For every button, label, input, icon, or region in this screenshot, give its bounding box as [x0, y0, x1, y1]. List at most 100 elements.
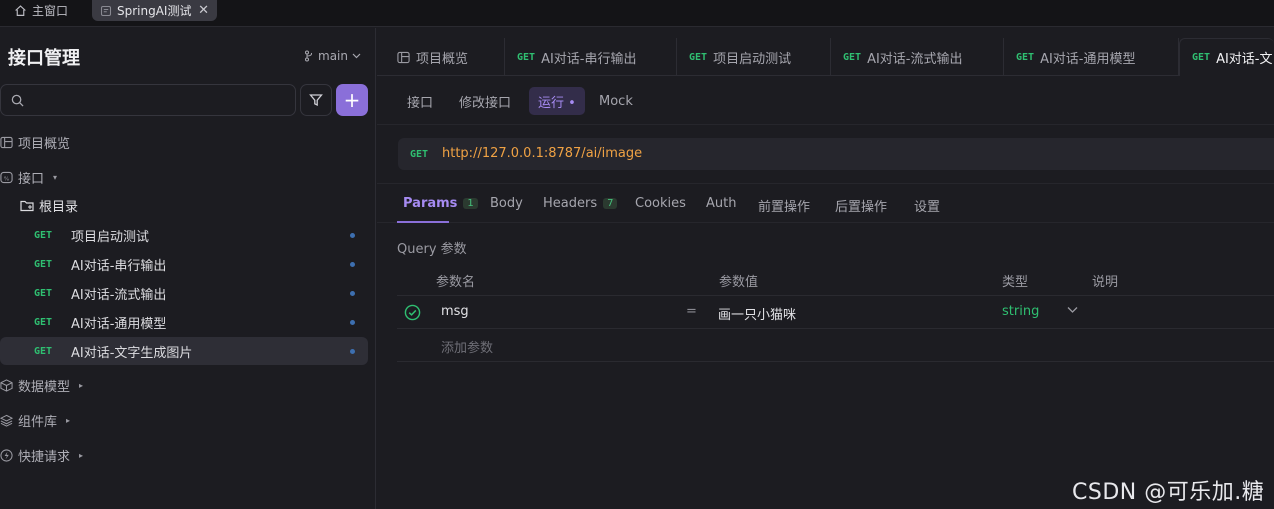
tab-mock[interactable]: Mock [590, 87, 642, 115]
sidebar-item-components[interactable]: 组件库 ▸ [0, 408, 70, 432]
status-dot [350, 233, 355, 238]
tab-request-active[interactable]: GET AI对话-文 [1179, 38, 1274, 76]
tab-label: Auth [706, 196, 737, 211]
sidebar-item-quick-request[interactable]: 快捷请求 ▸ [0, 443, 83, 467]
window-tab-strip: 主窗口 SpringAI测试 ✕ [0, 0, 1274, 27]
status-dot [350, 320, 355, 325]
sidebar-item-overview[interactable]: 项目概览 [0, 130, 70, 154]
check-circle-icon[interactable] [404, 304, 421, 321]
overview-icon [397, 51, 410, 64]
tab-label: Body [490, 196, 523, 211]
method-badge: GET [34, 258, 53, 270]
close-icon[interactable]: ✕ [198, 3, 209, 18]
status-dot [350, 262, 355, 267]
url-input[interactable]: http://127.0.0.1:8787/ai/image [442, 146, 642, 161]
divider [397, 295, 1274, 296]
api-item[interactable]: GET AI对话-串行输出 [0, 250, 368, 278]
tab-label: 后置操作 [835, 200, 888, 215]
api-item[interactable]: GET AI对话-通用模型 [0, 308, 368, 336]
filter-button[interactable] [300, 84, 332, 116]
tab-request[interactable]: GET AI对话-流式输出 [831, 38, 1004, 76]
branch-icon [304, 50, 314, 62]
sidebar-item-data-model[interactable]: 数据模型 ▸ [0, 373, 83, 397]
column-header-description: 说明 [1092, 275, 1119, 290]
tab-request[interactable]: GET 项目启动测试 [677, 38, 831, 76]
window-tab-project[interactable]: SpringAI测试 ✕ [92, 0, 217, 21]
param-name-cell[interactable]: msg [441, 304, 469, 319]
window-tab-home-label: 主窗口 [32, 4, 69, 18]
method-selector[interactable]: GET [410, 149, 428, 160]
tab-params[interactable]: Params 1 [403, 196, 478, 211]
svg-text:%: % [4, 176, 9, 182]
folder-icon [20, 199, 34, 212]
sub-tab-bar: 接口 修改接口 运行 • Mock [377, 77, 1274, 125]
branch-selector[interactable]: main [304, 49, 361, 63]
sidebar-title: 接口管理 [8, 48, 80, 69]
method-badge: GET [34, 316, 53, 328]
window-tab-home[interactable]: 主窗口 [14, 0, 68, 21]
method-badge: GET [843, 51, 862, 63]
api-item[interactable]: GET 项目启动测试 [0, 221, 368, 249]
status-dot [350, 291, 355, 296]
root-directory-label: 根目录 [39, 200, 79, 215]
tab-edit-api[interactable]: 修改接口 [450, 87, 520, 115]
api-icon: % [0, 171, 13, 184]
caret-right-icon[interactable]: ▸ [66, 416, 70, 425]
search-icon [11, 94, 24, 107]
tab-run[interactable]: 运行 • [529, 87, 585, 115]
caret-right-icon[interactable]: ▸ [79, 451, 83, 460]
column-header-value: 参数值 [719, 275, 759, 290]
tab-label: Headers [543, 196, 598, 211]
root-directory[interactable]: 根目录 [20, 196, 78, 215]
tab-request[interactable]: GET AI对话-通用模型 [1004, 38, 1179, 76]
equals-sign: = [686, 304, 697, 319]
tab-request[interactable]: GET AI对话-串行输出 [505, 38, 677, 76]
tab-label: 项目概览 [416, 51, 469, 67]
tab-headers[interactable]: Headers 7 [543, 196, 618, 211]
tab-auth[interactable]: Auth [706, 196, 736, 211]
add-button[interactable]: + [336, 84, 368, 116]
divider [397, 361, 1274, 362]
add-param-input[interactable]: 添加参数 [441, 337, 493, 356]
chevron-down-icon [352, 53, 361, 59]
url-bar[interactable]: GET http://127.0.0.1:8787/ai/image [398, 138, 1274, 170]
tab-label: AI对话-串行输出 [541, 51, 637, 67]
tab-cookies[interactable]: Cookies [635, 196, 686, 211]
api-name: 项目启动测试 [71, 229, 150, 245]
count-badge: 1 [463, 198, 478, 209]
method-badge: GET [1192, 52, 1211, 63]
watermark: CSDN @可乐加.糖 [1072, 480, 1265, 505]
column-header-type: 类型 [1002, 275, 1029, 290]
api-item[interactable]: GET AI对话-流式输出 [0, 279, 368, 307]
param-type-select[interactable]: string [1002, 304, 1039, 319]
filter-icon [309, 93, 323, 107]
tab-api[interactable]: 接口 [398, 87, 442, 115]
layers-icon [0, 414, 13, 427]
sidebar-item-api[interactable]: % 接口 ▾ [0, 165, 57, 189]
tab-post-script[interactable]: 后置操作 [835, 196, 887, 215]
param-value-cell[interactable]: 画一只小猫咪 [718, 304, 796, 323]
api-name: AI对话-通用模型 [71, 316, 167, 332]
tab-settings[interactable]: 设置 [914, 196, 940, 215]
api-item-selected[interactable]: GET AI对话-文字生成图片 [0, 337, 368, 365]
branch-label: main [318, 49, 348, 63]
caret-right-icon[interactable]: ▸ [79, 381, 83, 390]
tab-pre-script[interactable]: 前置操作 [758, 196, 810, 215]
tab-project-overview[interactable]: 项目概览 [385, 38, 505, 76]
sidebar-item-label: 组件库 [18, 414, 58, 430]
tab-label: AI对话-文 [1216, 52, 1273, 67]
home-icon [14, 4, 27, 17]
project-icon [100, 5, 112, 17]
status-dot [350, 349, 355, 354]
sidebar-item-label: 快捷请求 [18, 449, 71, 465]
tab-body[interactable]: Body [490, 196, 523, 211]
chevron-down-icon[interactable] [1067, 306, 1078, 314]
param-tab-bar: Params 1 Body Headers 7 Cookies Auth 前置操… [377, 183, 1274, 223]
api-name: AI对话-流式输出 [71, 287, 167, 303]
query-section-label: Query 参数 [397, 242, 467, 257]
sidebar-item-label: 数据模型 [18, 379, 71, 395]
tab-label: 前置操作 [758, 200, 811, 215]
sidebar-item-label: 接口 [18, 171, 45, 187]
caret-down-icon[interactable]: ▾ [53, 173, 57, 182]
search-input[interactable] [0, 84, 296, 116]
